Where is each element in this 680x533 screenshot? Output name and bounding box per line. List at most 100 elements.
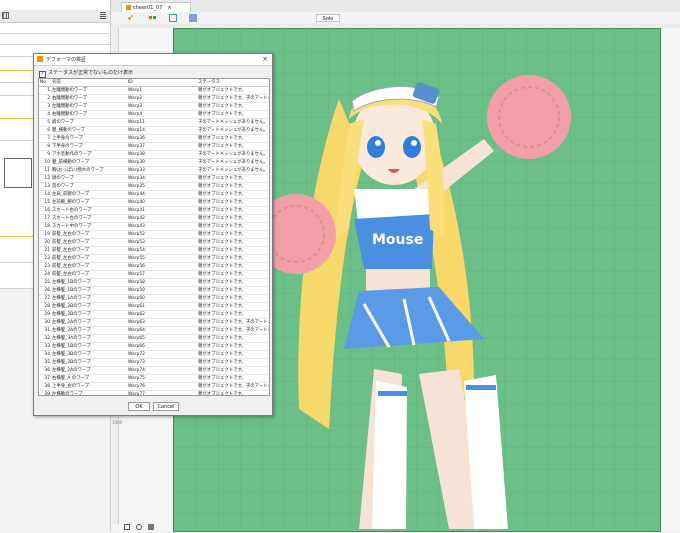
row-status: 親がオブジェクトです。: [197, 246, 269, 255]
row-id: Warp33: [127, 166, 197, 175]
cancel-button[interactable]: Cancel: [153, 402, 179, 411]
row-number: 12: [39, 174, 51, 183]
table-row[interactable]: 18 スカート中のワープ Warp43 親がオブジェクトです。: [39, 222, 269, 231]
row-id: Warp38: [127, 150, 197, 159]
table-row[interactable]: 16 スカート右のワープ Warp41 親がオブジェクトです。: [39, 206, 269, 215]
row-id: Warp54: [127, 246, 197, 255]
waist: [366, 269, 430, 291]
table-row[interactable]: 33 左横髪_1Bのワープ Warp66 親がオブジェクトです。: [39, 342, 269, 351]
row-name: 顔のワープ: [51, 174, 127, 183]
copy-tool-icon[interactable]: [148, 524, 154, 530]
table-row[interactable]: 14 左肩_前腕のワープ Warp44 親がオブジェクトです。: [39, 190, 269, 199]
table-row[interactable]: 13 首のワープ Warp35 親がオブジェクトです。: [39, 182, 269, 191]
table-row[interactable]: 27 左横髪_1Aのワープ Warp60 親がオブジェクトです。: [39, 294, 269, 303]
row-name: 胸(おっぱい)揺れのワープ: [51, 166, 127, 175]
table-row[interactable]: 22 前髪_左右のワープ Warp55 親がオブジェクトです。: [39, 254, 269, 263]
row-name: 左横髪_1Bのワープ: [51, 342, 127, 351]
row-id: Warp55: [127, 254, 197, 263]
table-row[interactable]: 20 前髪_左右のワープ Warp53 親がオブジェクトです。: [39, 238, 269, 247]
table-row[interactable]: 39 左横動のワープ Warp77 親がオブジェクトです。: [39, 390, 269, 395]
table-row[interactable]: 32 左横髪_3Aのワープ Warp65 親がオブジェクトです。: [39, 334, 269, 343]
table-row[interactable]: 26 左横髪_1Bのワープ Warp59 親がオブジェクトです。: [39, 286, 269, 295]
table-row[interactable]: 11 胸(おっぱい)揺れのワープ Warp33 子のアートメッシュがありません。: [39, 166, 269, 175]
row-status: 親がオブジェクトです。子のアートメ...: [197, 94, 269, 103]
row-name: 前髪_左右のワープ: [51, 230, 127, 239]
table-row[interactable]: 17 スカート左のワープ Warp42 親がオブジェクトです。: [39, 214, 269, 223]
table-row[interactable]: 34 左横髪_3Bのワープ Warp72 親がオブジェクトです。: [39, 350, 269, 359]
table-row[interactable]: 10 髪_前横動のワープ Warp39 子のアートメッシュがありません。: [39, 158, 269, 167]
table-row[interactable]: 35 左横髪_2Bのワープ Warp73 親がオブジェクトです。: [39, 358, 269, 367]
table-row[interactable]: 24 前髪_左右のワープ Warp57 親がオブジェクトです。: [39, 270, 269, 279]
row-number: 32: [39, 334, 51, 343]
row-number: 21: [39, 246, 51, 255]
table-row[interactable]: 29 左横髪_2Bのワープ Warp62 親がオブジェクトです。: [39, 310, 269, 319]
row-number: 7: [39, 134, 51, 143]
table-row[interactable]: 9 アホ毛動作のワープ Warp38 子のアートメッシュがありません。: [39, 150, 269, 159]
table-row[interactable]: 3 左瞳閉動のワープ Warp3 親がオブジェクトです。: [39, 102, 269, 111]
row-number: 35: [39, 358, 51, 367]
row-id: Warp41: [127, 206, 197, 215]
row-number: 38: [39, 382, 51, 391]
table-row[interactable]: 25 左横髪_1Bのワープ Warp58 親がオブジェクトです。: [39, 278, 269, 287]
row-name: 前髪_左右のワープ: [51, 246, 127, 255]
table-row[interactable]: 23 前髪_左右のワープ Warp56 親がオブジェクトです。: [39, 262, 269, 271]
row-status: 親がオブジェクトです。: [197, 334, 269, 343]
status-filter-checkbox[interactable]: ✓ ステータスが正常でないものだけ表示: [39, 69, 133, 78]
table-row[interactable]: 30 左横髪_2Aのワープ Warp63 親がオブジェクトです。子のアートメ...: [39, 318, 269, 327]
table-row[interactable]: 7 上半身のワープ Warp36 親がオブジェクトです。: [39, 134, 269, 143]
column-header[interactable]: No: [39, 79, 51, 87]
row-status: 親がオブジェクトです。: [197, 142, 269, 151]
row-number: 19: [39, 230, 51, 239]
table-row[interactable]: 37 右横髪_A のワープ Warp75 親がオブジェクトです。: [39, 374, 269, 383]
table-row[interactable]: 28 左横髪_2Bのワープ Warp61 親がオブジェクトです。: [39, 302, 269, 311]
row-name: 右横髪_A のワープ: [51, 374, 127, 383]
table-row[interactable]: 36 左横髪_2Aのワープ Warp74 親がオブジェクトです。: [39, 366, 269, 375]
table-row[interactable]: 21 前髪_左右のワープ Warp54 親がオブジェクトです。: [39, 246, 269, 255]
table-row[interactable]: 1 左瞳閉動のワープ Warp1 親がオブジェクトです。: [39, 86, 269, 95]
table-row[interactable]: 4 右瞳閉動のワープ Warp4 親がオブジェクトです。: [39, 110, 269, 119]
row-name: 左横髪_2Bのワープ: [51, 358, 127, 367]
table-row[interactable]: 15 左前腕_腕のワープ Warp40 親がオブジェクトです。: [39, 198, 269, 207]
table-row[interactable]: 31 左横髪_2Aのワープ Warp64 親がオブジェクトです。子のアートメ...: [39, 326, 269, 335]
solo-button[interactable]: Solo: [316, 14, 340, 22]
row-name: 左瞳閉動のワープ: [51, 86, 127, 95]
document-tab[interactable]: cheer01_07 ×: [121, 2, 191, 12]
arrow-tool-icon[interactable]: ➶: [127, 14, 135, 22]
selection-box[interactable]: [4, 158, 32, 188]
grid-icon[interactable]: [2, 12, 9, 19]
table-row[interactable]: 6 髪_横動のワープ Warp14 子のアートメッシュがありません。: [39, 126, 269, 135]
row-id: Warp60: [127, 294, 197, 303]
row-number: 23: [39, 262, 51, 271]
row-id: Warp61: [127, 302, 197, 311]
table-row[interactable]: 2 右瞳閉動のワープ Warp2 親がオブジェクトです。子のアートメ...: [39, 94, 269, 103]
ok-button[interactable]: OK: [128, 402, 150, 411]
close-icon[interactable]: ×: [262, 55, 268, 63]
row-number: 10: [39, 158, 51, 167]
close-icon[interactable]: ×: [167, 5, 171, 11]
row-status: 親がオブジェクトです。: [197, 86, 269, 95]
row-name: 左横髪_2Aのワープ: [51, 366, 127, 375]
column-header[interactable]: 名前: [51, 79, 127, 87]
fit-view-icon[interactable]: [169, 14, 177, 22]
column-header[interactable]: ID: [127, 79, 197, 87]
link-tool-icon[interactable]: [149, 14, 157, 22]
row-status: 親がオブジェクトです。: [197, 230, 269, 239]
row-number: 15: [39, 198, 51, 207]
display-mode-icon[interactable]: [189, 14, 197, 22]
row-name: 下半身のワープ: [51, 142, 127, 151]
row-status: 親がオブジェクトです。: [197, 270, 269, 279]
menu-icon[interactable]: [100, 12, 106, 19]
checkbox-box[interactable]: ✓: [39, 71, 46, 78]
column-header[interactable]: ステータス: [197, 79, 269, 87]
table-row[interactable]: 8 下半身のワープ Warp37 親がオブジェクトです。: [39, 142, 269, 151]
row-name: 前髪_左右のワープ: [51, 254, 127, 263]
table-row[interactable]: 5 眉のワープ Warp11 子のアートメッシュがありません。: [39, 118, 269, 127]
row-status: 親がオブジェクトです。: [197, 254, 269, 263]
row-status: 親がオブジェクトです。: [197, 190, 269, 199]
mesh-tool-icon[interactable]: [124, 524, 130, 530]
pin-tool-icon[interactable]: [136, 524, 142, 530]
table-row[interactable]: 19 前髪_左右のワープ Warp52 親がオブジェクトです。: [39, 230, 269, 239]
table-row[interactable]: 12 顔のワープ Warp34 親がオブジェクトです。: [39, 174, 269, 183]
table-row[interactable]: 38 上半身_右のワープ Warp76 親がオブジェクトです。子のアートメ...: [39, 382, 269, 391]
deformer-table[interactable]: No 名前 ID ステータス 1 左瞳閉動のワープ Warp1 親がオブジェクトです。…: [38, 78, 270, 396]
